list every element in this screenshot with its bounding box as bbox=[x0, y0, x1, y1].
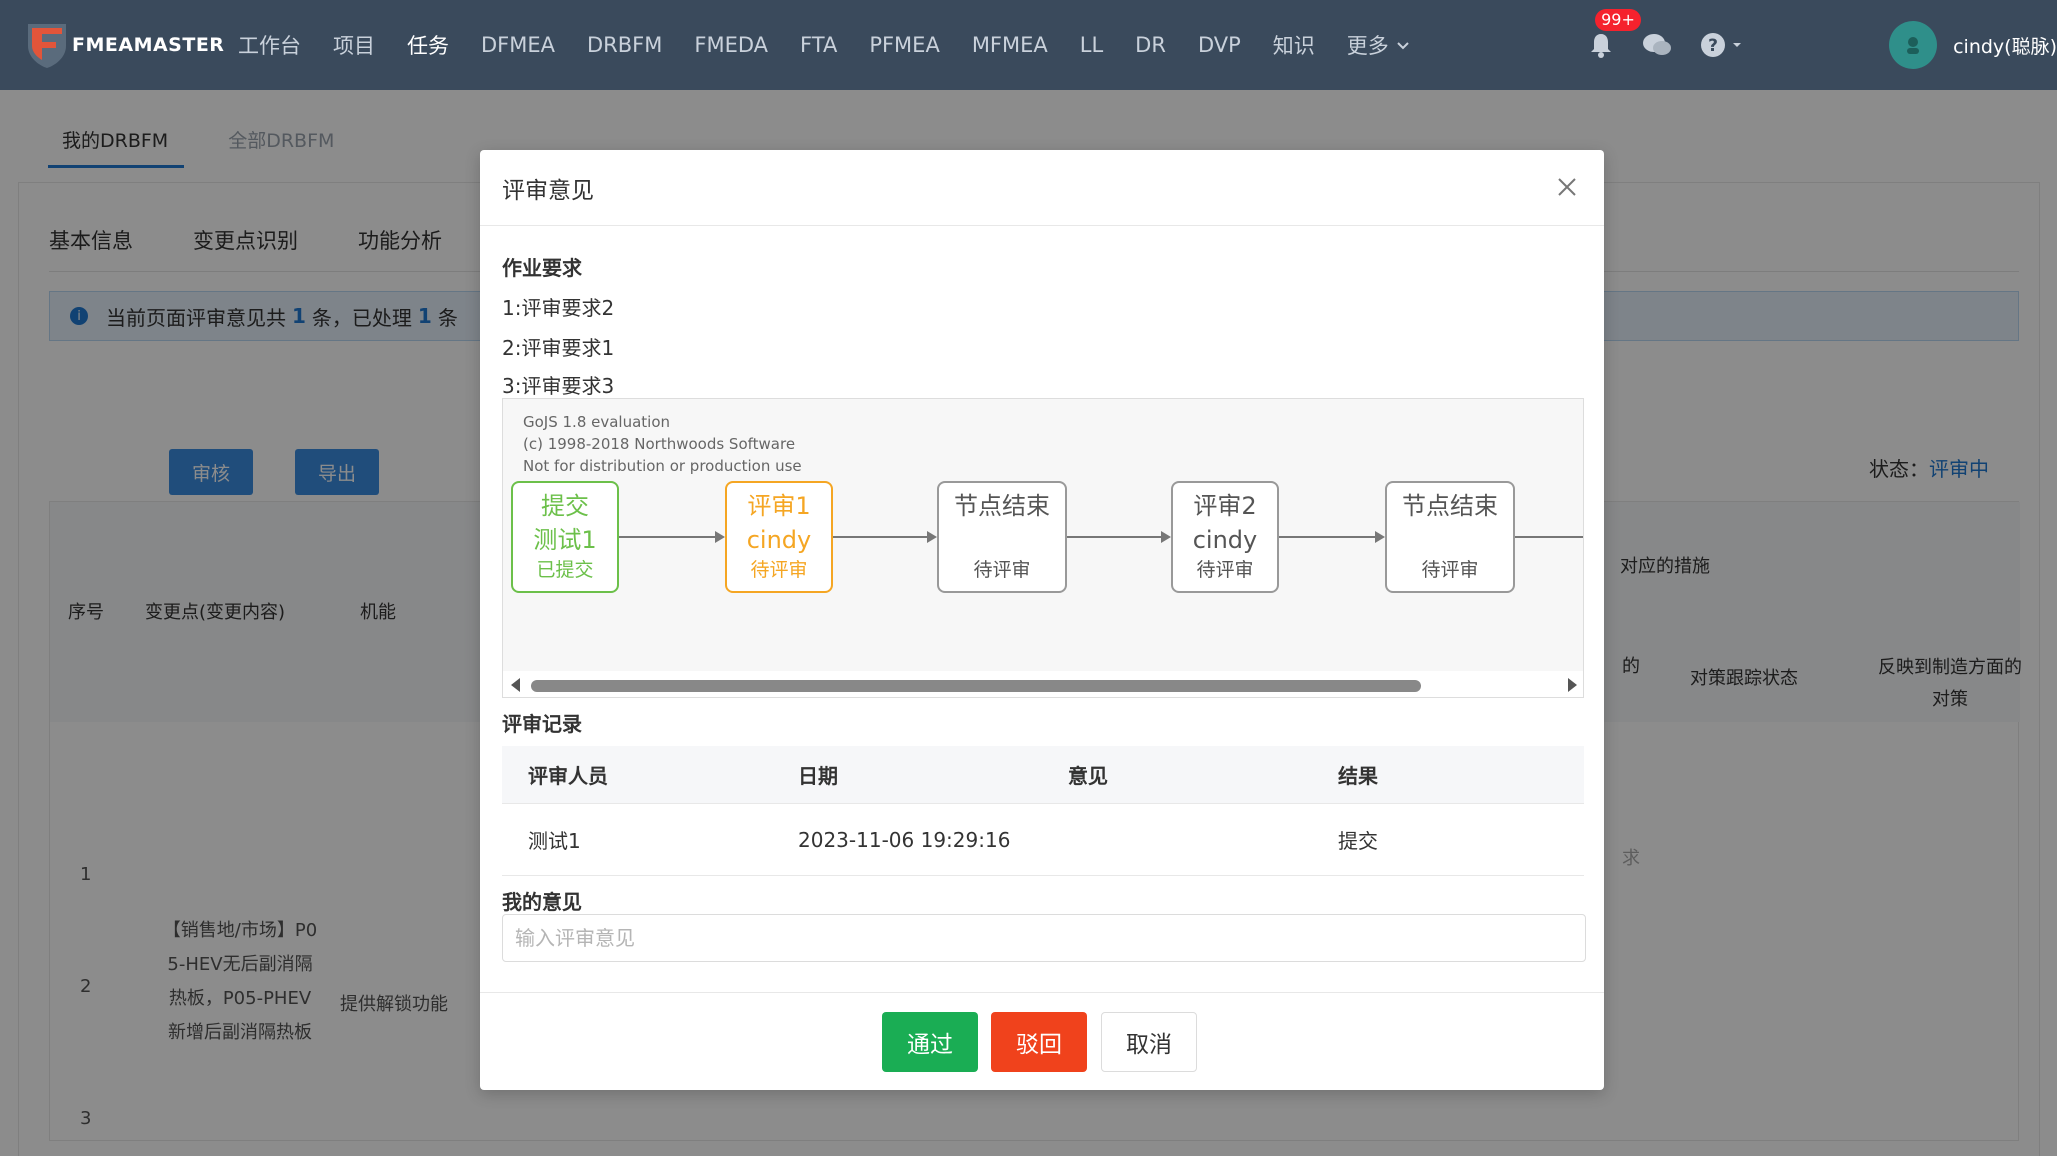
chat-icon bbox=[1643, 34, 1672, 55]
avatar-icon bbox=[1907, 37, 1920, 54]
modal-footer-divider bbox=[480, 992, 1604, 993]
records-header-row: 评审人员 日期 意见 结果 bbox=[502, 746, 1584, 804]
nav-more-label: 更多 bbox=[1346, 34, 1389, 58]
col-header-opinion: 意见 bbox=[1068, 764, 1108, 788]
main-nav: 工作台 项目 任务 DFMEA DRBFM FMEDA FTA PFMEA MF… bbox=[238, 30, 1443, 60]
requirements-title: 作业要求 bbox=[502, 256, 582, 280]
node-title: 评审1 bbox=[747, 492, 811, 520]
help-icon: ? bbox=[1701, 33, 1726, 57]
close-icon[interactable] bbox=[1552, 172, 1582, 202]
bell-icon bbox=[1591, 34, 1612, 58]
workflow-node-submit[interactable]: 提交 测试1 已提交 bbox=[511, 481, 619, 593]
workflow-node-review2[interactable]: 评审2 cindy 待评审 bbox=[1171, 481, 1279, 593]
workflow-node-end2[interactable]: 节点结束 待评审 bbox=[1385, 481, 1515, 593]
help-button[interactable]: ? bbox=[1699, 31, 1743, 59]
scroll-left-arrow-icon[interactable] bbox=[511, 678, 520, 692]
flow-arrow bbox=[1279, 531, 1385, 543]
modal-header: 评审意见 bbox=[480, 150, 1604, 226]
nav-item-project[interactable]: 项目 bbox=[333, 30, 375, 60]
caret-down-icon bbox=[1733, 43, 1742, 47]
node-status: 已提交 bbox=[536, 559, 594, 581]
nav-item-dvp[interactable]: DVP bbox=[1198, 33, 1241, 57]
node-status: 待评审 bbox=[973, 559, 1031, 581]
nav-item-knowledge[interactable]: 知识 bbox=[1273, 30, 1315, 60]
node-name bbox=[1387, 523, 1513, 557]
requirement-item: 3:评审要求3 bbox=[502, 374, 615, 398]
nav-item-dfmea[interactable]: DFMEA bbox=[481, 33, 555, 57]
opinion-input[interactable] bbox=[502, 914, 1586, 962]
nav-item-fta[interactable]: FTA bbox=[800, 33, 837, 57]
reject-button[interactable]: 驳回 bbox=[991, 1012, 1087, 1072]
flow-arrow bbox=[1067, 531, 1171, 543]
shield-logo-icon bbox=[28, 24, 66, 68]
date-cell: 2023-11-06 19:29:16 bbox=[798, 827, 1011, 852]
nav-item-mfmea[interactable]: MFMEA bbox=[972, 33, 1048, 57]
records-title: 评审记录 bbox=[502, 712, 582, 736]
svg-text:?: ? bbox=[1708, 36, 1718, 56]
node-title: 节点结束 bbox=[954, 492, 1050, 520]
reviewer-cell: 测试1 bbox=[528, 829, 581, 853]
col-header-date: 日期 bbox=[798, 764, 838, 788]
nav-item-dr[interactable]: DR bbox=[1135, 33, 1166, 57]
node-status: 待评审 bbox=[750, 559, 808, 581]
table-row: 测试1 2023-11-06 19:29:16 提交 bbox=[502, 804, 1584, 876]
node-name: cindy bbox=[1192, 526, 1258, 554]
node-title: 节点结束 bbox=[1402, 492, 1498, 520]
chat-button[interactable] bbox=[1641, 31, 1673, 59]
workflow-diagram[interactable]: GoJS 1.8 evaluation (c) 1998-2018 Northw… bbox=[502, 398, 1584, 698]
col-header-reviewer: 评审人员 bbox=[528, 764, 608, 788]
flow-line bbox=[1515, 536, 1583, 538]
workflow-node-review1[interactable]: 评审1 cindy 待评审 bbox=[725, 481, 833, 593]
nav-item-fmeda[interactable]: FMEDA bbox=[694, 33, 768, 57]
top-navbar: FMEAMASTER 工作台 项目 任务 DFMEA DRBFM FMEDA F… bbox=[0, 0, 2057, 90]
nav-item-task[interactable]: 任务 bbox=[407, 30, 449, 60]
avatar[interactable] bbox=[1889, 21, 1938, 69]
my-opinion-title: 我的意见 bbox=[502, 890, 582, 914]
flow-arrow bbox=[619, 531, 725, 543]
scroll-right-arrow-icon[interactable] bbox=[1568, 678, 1577, 692]
pass-button[interactable]: 通过 bbox=[882, 1012, 978, 1072]
logo-text: FMEAMASTER bbox=[72, 34, 225, 56]
notification-button[interactable]: 99+ bbox=[1587, 9, 1641, 59]
col-header-result: 结果 bbox=[1338, 764, 1378, 788]
node-title: 评审2 bbox=[1193, 492, 1257, 520]
nav-item-pfmea[interactable]: PFMEA bbox=[869, 33, 940, 57]
node-name: 测试1 bbox=[533, 526, 597, 554]
result-cell: 提交 bbox=[1338, 829, 1378, 853]
notification-badge: 99+ bbox=[1595, 9, 1641, 31]
requirement-item: 2:评审要求1 bbox=[502, 336, 615, 360]
scroll-thumb[interactable] bbox=[531, 680, 1421, 692]
review-modal: 评审意见 作业要求 1:评审要求2 2:评审要求1 3:评审要求3 GoJS 1… bbox=[480, 150, 1604, 1090]
chevron-down-icon bbox=[1397, 42, 1409, 50]
nav-item-workbench[interactable]: 工作台 bbox=[238, 30, 301, 60]
user-menu[interactable]: cindy(聪脉) bbox=[1953, 32, 2057, 59]
modal-title: 评审意见 bbox=[502, 177, 594, 204]
diagram-scrollbar[interactable] bbox=[503, 671, 1583, 697]
node-name bbox=[939, 523, 1065, 557]
nav-more-dropdown[interactable]: 更多 bbox=[1347, 30, 1411, 60]
flow-arrow bbox=[833, 531, 937, 543]
top-right-tools: 99+ ? cindy(聪脉) bbox=[1587, 0, 2057, 90]
cancel-button[interactable]: 取消 bbox=[1101, 1012, 1197, 1072]
nav-item-drbfm[interactable]: DRBFM bbox=[587, 33, 662, 57]
logo[interactable]: FMEAMASTER bbox=[26, 20, 236, 70]
node-status: 待评审 bbox=[1421, 559, 1479, 581]
node-name: cindy bbox=[746, 526, 812, 554]
nav-item-ll[interactable]: LL bbox=[1080, 33, 1103, 57]
workflow-node-end1[interactable]: 节点结束 待评审 bbox=[937, 481, 1067, 593]
review-records-table: 评审人员 日期 意见 结果 测试1 2023-11-06 19:29:16 提交 bbox=[502, 746, 1584, 876]
node-status: 待评审 bbox=[1196, 559, 1254, 581]
requirement-item: 1:评审要求2 bbox=[502, 296, 615, 320]
node-title: 提交 bbox=[541, 492, 589, 520]
